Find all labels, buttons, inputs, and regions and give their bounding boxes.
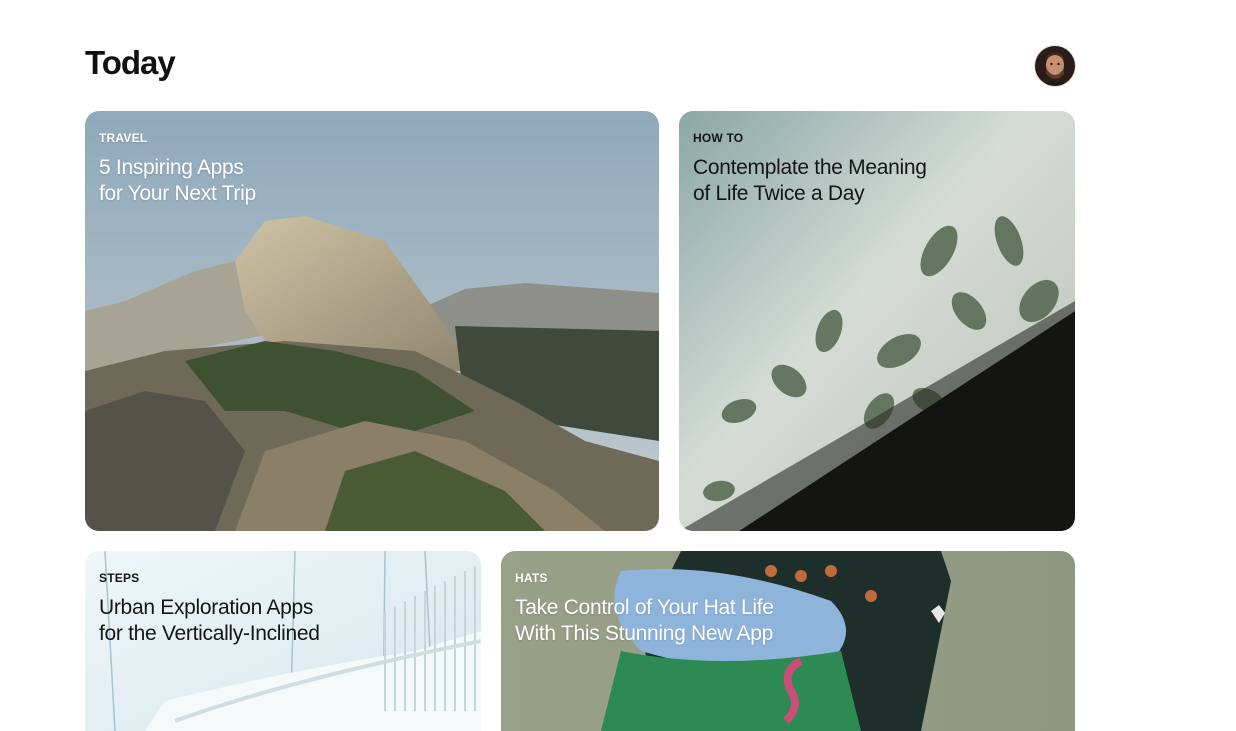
card-title: Urban Exploration Apps for the Verticall… bbox=[99, 596, 320, 645]
card-category: STEPS bbox=[99, 571, 140, 585]
profile-avatar-icon[interactable] bbox=[1035, 46, 1075, 86]
story-card-travel[interactable]: TRAVEL 5 Inspiring Apps for Your Next Tr… bbox=[85, 111, 659, 531]
card-title: Contemplate the Meaning of Life Twice a … bbox=[693, 156, 927, 205]
page-title: Today bbox=[85, 44, 176, 81]
story-card-hats[interactable]: HATS Take Control of Your Hat Life With … bbox=[501, 551, 1075, 731]
card-category: HATS bbox=[515, 571, 548, 585]
story-card-steps[interactable]: STEPS Urban Exploration Apps for the Ver… bbox=[85, 551, 481, 731]
card-title: Take Control of Your Hat Life With This … bbox=[515, 596, 774, 645]
card-title: 5 Inspiring Apps for Your Next Trip bbox=[99, 156, 256, 205]
card-category: TRAVEL bbox=[99, 131, 148, 145]
story-card-how-to[interactable]: HOW TO Contemplate the Meaning of Life T… bbox=[679, 111, 1075, 531]
card-category: HOW TO bbox=[693, 131, 744, 145]
